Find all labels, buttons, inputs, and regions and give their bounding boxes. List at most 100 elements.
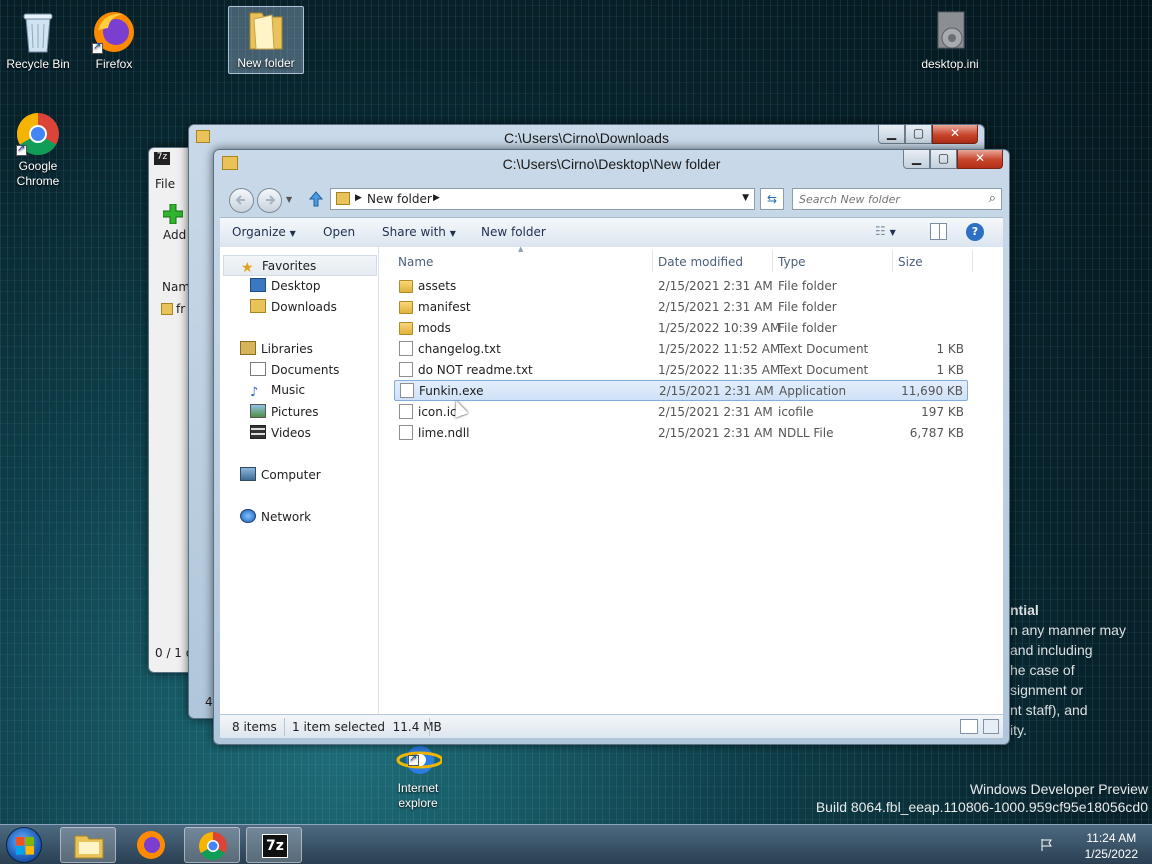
search-box[interactable]: ⌕ — [792, 188, 1002, 210]
up-one-level-button[interactable] — [307, 189, 325, 209]
new-folder-button[interactable]: New folder — [481, 225, 546, 239]
pictures-icon — [250, 404, 266, 418]
refresh-button[interactable]: ⇆ — [760, 188, 784, 210]
computer-icon — [240, 467, 256, 481]
organize-button[interactable]: Organize ▼ — [232, 225, 296, 239]
file-row-manifest[interactable]: manifest 2/15/2021 2:31 AM File folder — [394, 297, 968, 317]
nav-label: Videos — [271, 426, 311, 440]
column-header-name[interactable]: Name — [398, 255, 433, 269]
file-type: File folder — [778, 321, 837, 335]
downloads-icon — [250, 299, 266, 313]
folder-icon — [399, 301, 413, 314]
add-icon[interactable] — [162, 203, 184, 225]
documents-icon — [250, 362, 266, 376]
desktop-icon-google-chrome[interactable]: Google Chrome — [0, 110, 78, 189]
desktop-icon-recycle-bin[interactable]: Recycle Bin — [0, 8, 78, 71]
desktop-icon-label: desktop.ini — [921, 57, 979, 71]
file-date: 1/25/2022 11:52 AM — [658, 342, 781, 356]
file-row-funkin-exe[interactable]: Funkin.exe 2/15/2021 2:31 AM Application… — [394, 380, 968, 401]
recycle-bin-icon — [14, 8, 62, 54]
close-button[interactable]: ✕ — [932, 125, 978, 144]
nav-favorites[interactable]: ★ Favorites — [223, 255, 377, 276]
shortcut-arrow-icon — [408, 753, 419, 766]
breadcrumb-new-folder[interactable]: New folder — [367, 192, 432, 206]
address-dropdown-icon[interactable]: ▼ — [742, 193, 749, 203]
nav-desktop[interactable]: Desktop — [250, 278, 321, 293]
close-button[interactable]: ✕ — [957, 150, 1003, 169]
address-bar[interactable]: ▶ New folder ▶ ▼ — [330, 188, 755, 210]
nav-network[interactable]: Network — [240, 509, 311, 524]
maximize-button[interactable]: ▢ — [905, 125, 932, 144]
column-divider — [652, 250, 653, 272]
breadcrumb-chevron-icon[interactable]: ▶ — [355, 193, 362, 203]
file-row-changelog[interactable]: changelog.txt 1/25/2022 11:52 AM Text Do… — [394, 339, 968, 359]
desktop-icon-desktop-ini[interactable]: desktop.ini — [910, 8, 990, 71]
file-icon — [399, 425, 413, 440]
nav-label: Network — [261, 510, 312, 524]
archive-item[interactable]: fr — [176, 302, 185, 316]
taskbar-7zip[interactable]: 7z — [246, 827, 302, 863]
recent-pages-icon[interactable]: ▼ — [286, 195, 292, 204]
details-view-icon[interactable] — [960, 719, 978, 734]
file-name: lime.ndll — [418, 426, 470, 440]
file-type: File folder — [778, 300, 837, 314]
file-type: Application — [779, 384, 847, 398]
maximize-button[interactable]: ▢ — [930, 150, 957, 169]
license-notice-text: ntial n any manner may and including he … — [1010, 600, 1150, 740]
desktop-icon-firefox[interactable]: Firefox — [74, 8, 154, 71]
file-row-mods[interactable]: mods 1/25/2022 10:39 AM File folder — [394, 318, 968, 338]
nav-pictures[interactable]: Pictures — [250, 404, 319, 419]
back-button[interactable] — [229, 188, 254, 213]
column-divider — [972, 250, 973, 272]
column-header-size[interactable]: Size — [898, 255, 923, 269]
action-center-flag-icon[interactable] — [1040, 838, 1054, 852]
nav-documents[interactable]: Documents — [250, 362, 339, 377]
system-clock[interactable]: 11:24 AM 1/25/2022 — [1085, 830, 1138, 862]
nav-computer[interactable]: Computer — [240, 467, 321, 482]
file-row-lime-ndll[interactable]: lime.ndll 2/15/2021 2:31 AM NDLL File 6,… — [394, 423, 968, 443]
file-date: 1/25/2022 10:39 AM — [658, 321, 781, 335]
music-icon: ♪ — [250, 385, 259, 400]
share-with-button[interactable]: Share with ▼ — [382, 225, 456, 239]
taskbar-chrome[interactable] — [184, 827, 240, 863]
explorer-window[interactable]: C:\Users\Cirno\Desktop\New folder ▁ ▢ ✕ … — [213, 149, 1010, 745]
item-count: 8 items — [232, 720, 277, 734]
taskbar-file-explorer[interactable] — [60, 827, 116, 863]
firefox-icon — [137, 831, 165, 859]
preview-pane-button[interactable] — [930, 223, 947, 240]
nav-videos[interactable]: Videos — [250, 425, 311, 440]
file-name: mods — [418, 321, 451, 335]
search-icon[interactable]: ⌕ — [989, 191, 996, 206]
start-button[interactable] — [6, 827, 42, 863]
desktop-icon-new-folder[interactable]: New folder — [228, 6, 304, 74]
file-row-assets[interactable]: assets 2/15/2021 2:31 AM File folder — [394, 276, 968, 296]
sort-indicator-icon: ▲ — [518, 245, 524, 253]
star-icon: ★ — [241, 260, 254, 276]
desktop-icon — [250, 278, 266, 292]
desktop-icon-internet-explorer[interactable]: Internet explore — [378, 738, 458, 811]
nav-libraries[interactable]: Libraries — [240, 341, 313, 356]
file-row-do-not-readme[interactable]: do NOT readme.txt 1/25/2022 11:35 AM Tex… — [394, 360, 968, 380]
breadcrumb-chevron-icon[interactable]: ▶ — [433, 193, 440, 203]
forward-button[interactable] — [257, 188, 282, 213]
open-button[interactable]: Open — [323, 225, 355, 239]
minimize-button[interactable]: ▁ — [903, 150, 930, 169]
menu-file[interactable]: File — [155, 177, 175, 191]
nav-downloads[interactable]: Downloads — [250, 299, 337, 314]
help-button[interactable]: ? — [966, 223, 984, 241]
nav-music[interactable]: ♪ Music — [250, 383, 305, 400]
command-bar: Organize ▼ Open Share with ▼ New folder … — [220, 217, 1003, 247]
chevron-down-icon: ▼ — [449, 229, 456, 238]
column-header-type[interactable]: Type — [778, 255, 806, 269]
search-input[interactable] — [793, 189, 973, 209]
column-header-date-modified[interactable]: Date modified — [658, 255, 743, 269]
change-view-button[interactable]: ☷ ▼ — [875, 224, 896, 238]
taskbar-firefox[interactable] — [123, 827, 179, 863]
desktop-icon-label: Firefox — [95, 57, 133, 71]
window-controls: ▁ ▢ ✕ — [903, 150, 1003, 169]
license-line: n any manner may — [1010, 622, 1126, 638]
build-watermark: Windows Developer Preview Build 8064.fbl… — [816, 781, 1148, 815]
minimize-button[interactable]: ▁ — [878, 125, 905, 144]
file-row-icon-ico[interactable]: icon.ico 2/15/2021 2:31 AM icofile 197 K… — [394, 402, 968, 422]
large-icons-view-icon[interactable] — [983, 719, 999, 734]
